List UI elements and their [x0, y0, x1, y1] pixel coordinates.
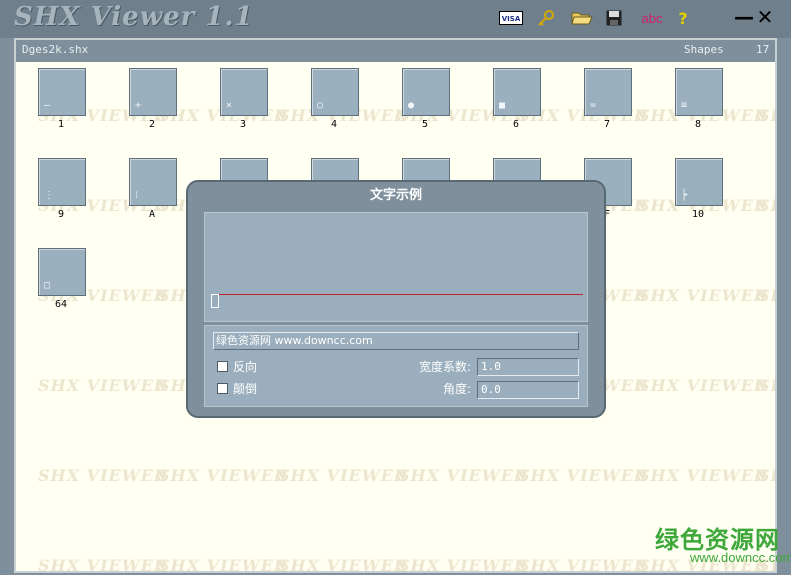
close-button[interactable]: ✕ [755, 7, 775, 27]
shape-tile-label: 3 [239, 119, 247, 130]
minimize-button[interactable]: — [734, 7, 754, 27]
visa-label: VISA [502, 15, 521, 23]
shape-tile[interactable]: × [220, 68, 268, 116]
brand-url: www.downcc.com [690, 550, 791, 565]
app-title: SHX Viewer 1.1 [14, 2, 254, 32]
background-watermark: SHX VIEWER [638, 466, 769, 485]
shape-glyph-icon: ⁝ [135, 190, 139, 201]
background-watermark: SHX VIEWER [38, 556, 169, 571]
dialog-controls: 绿色资源网 www.downcc.com 反向 颠倒 宽度系数: 1.0 角度:… [204, 325, 588, 407]
background-watermark: SHX VIEWER [398, 556, 529, 571]
background-watermark: SHX VIEWER [638, 286, 769, 305]
shape-tile[interactable]: ● [402, 68, 450, 116]
shape-glyph-icon: □ [44, 280, 51, 291]
background-watermark: SHX VIEWER [158, 556, 289, 571]
shape-tile-label: 7 [603, 119, 611, 130]
angle-input[interactable]: 0.0 [477, 381, 579, 399]
text-sample-dialog: 文字示例 绿色资源网 www.downcc.com 反向 颠倒 宽度系数: 1.… [186, 180, 606, 418]
shape-tile[interactable]: ┝ [675, 158, 723, 206]
shape-tile-label: 5 [421, 119, 429, 130]
background-watermark: SHX VIEWER [758, 376, 775, 395]
shape-tile-label: 64 [54, 299, 68, 310]
shapes-count: 17 [756, 43, 770, 56]
open-folder-icon[interactable] [571, 9, 593, 27]
sample-text-input[interactable]: 绿色资源网 www.downcc.com [213, 332, 579, 350]
background-watermark: SHX VIEWER [278, 556, 409, 571]
shape-glyph-icon: + [135, 100, 142, 111]
shape-glyph-icon: ■ [499, 100, 506, 111]
shape-tile-label: 6 [512, 119, 520, 130]
dialog-title: 文字示例 [369, 188, 422, 203]
text-preview-area [204, 212, 588, 322]
shape-glyph-icon: ○ [317, 100, 324, 111]
shape-tile-label: 10 [691, 209, 705, 220]
reverse-label: 反向 [233, 360, 258, 374]
background-watermark: SHX VIEWER [158, 466, 289, 485]
background-watermark: SHX VIEWER [758, 466, 775, 485]
background-watermark: SHX VIEWER [398, 466, 529, 485]
background-watermark: SHX VIEWER [278, 466, 409, 485]
save-icon[interactable] [605, 9, 623, 27]
shape-tile[interactable]: + [129, 68, 177, 116]
title-bar: SHX Viewer 1.1 VISA abc ? — ✕ [0, 0, 791, 38]
visa-card-icon[interactable]: VISA [499, 9, 523, 27]
shape-glyph-icon: — [44, 100, 51, 111]
text-sample-button[interactable]: abc [639, 9, 665, 27]
shape-glyph-icon: = [590, 100, 597, 111]
shape-tile-label: A [148, 209, 156, 220]
background-watermark: SHX VIEWER [38, 376, 169, 395]
background-watermark: SHX VIEWER [518, 556, 649, 571]
shape-glyph-icon: ⋮ [44, 190, 54, 201]
shape-tile-label: 2 [148, 119, 156, 130]
upside-down-checkbox[interactable] [217, 383, 228, 394]
shape-tile-label: 9 [57, 209, 65, 220]
angle-label: 角度: [442, 382, 471, 396]
text-baseline [219, 294, 583, 295]
width-factor-input[interactable]: 1.0 [477, 358, 579, 376]
shape-tile-label: 8 [694, 119, 702, 130]
key-icon[interactable] [536, 9, 556, 27]
shapes-label: Shapes [684, 43, 724, 56]
shape-tile[interactable]: ■ [493, 68, 541, 116]
background-watermark: SHX VIEWER [518, 466, 649, 485]
background-watermark: SHX VIEWER [758, 286, 775, 305]
background-watermark: SHX VIEWER [638, 376, 769, 395]
shape-tile[interactable]: = [584, 68, 632, 116]
reverse-checkbox[interactable] [217, 361, 228, 372]
shape-tile[interactable]: ○ [311, 68, 359, 116]
shape-tile[interactable]: ≡ [675, 68, 723, 116]
text-cursor [211, 294, 219, 308]
shape-glyph-icon: ┝ [681, 190, 688, 201]
background-watermark: SHX VIEWER [38, 466, 169, 485]
file-name: Dges2k.shx [22, 43, 89, 56]
shape-tile[interactable]: ⋮ [38, 158, 86, 206]
shape-glyph-icon: ≡ [681, 100, 688, 111]
shape-glyph-icon: × [226, 100, 233, 111]
background-watermark: SHX VIEWER [758, 106, 775, 125]
help-button[interactable]: ? [676, 9, 690, 28]
shape-glyph-icon: ● [408, 100, 415, 111]
shape-tile-label: 1 [57, 119, 65, 130]
panel-header: Dges2k.shx Shapes 17 [16, 40, 775, 62]
shape-tile-label: 4 [330, 119, 338, 130]
width-factor-label: 宽度系数: [418, 360, 471, 374]
shape-tile[interactable]: □ [38, 248, 86, 296]
background-watermark: SHX VIEWER [758, 196, 775, 215]
shape-tile[interactable]: ⁝ [129, 158, 177, 206]
upside-down-label: 颠倒 [233, 382, 258, 396]
shape-tile[interactable]: — [38, 68, 86, 116]
